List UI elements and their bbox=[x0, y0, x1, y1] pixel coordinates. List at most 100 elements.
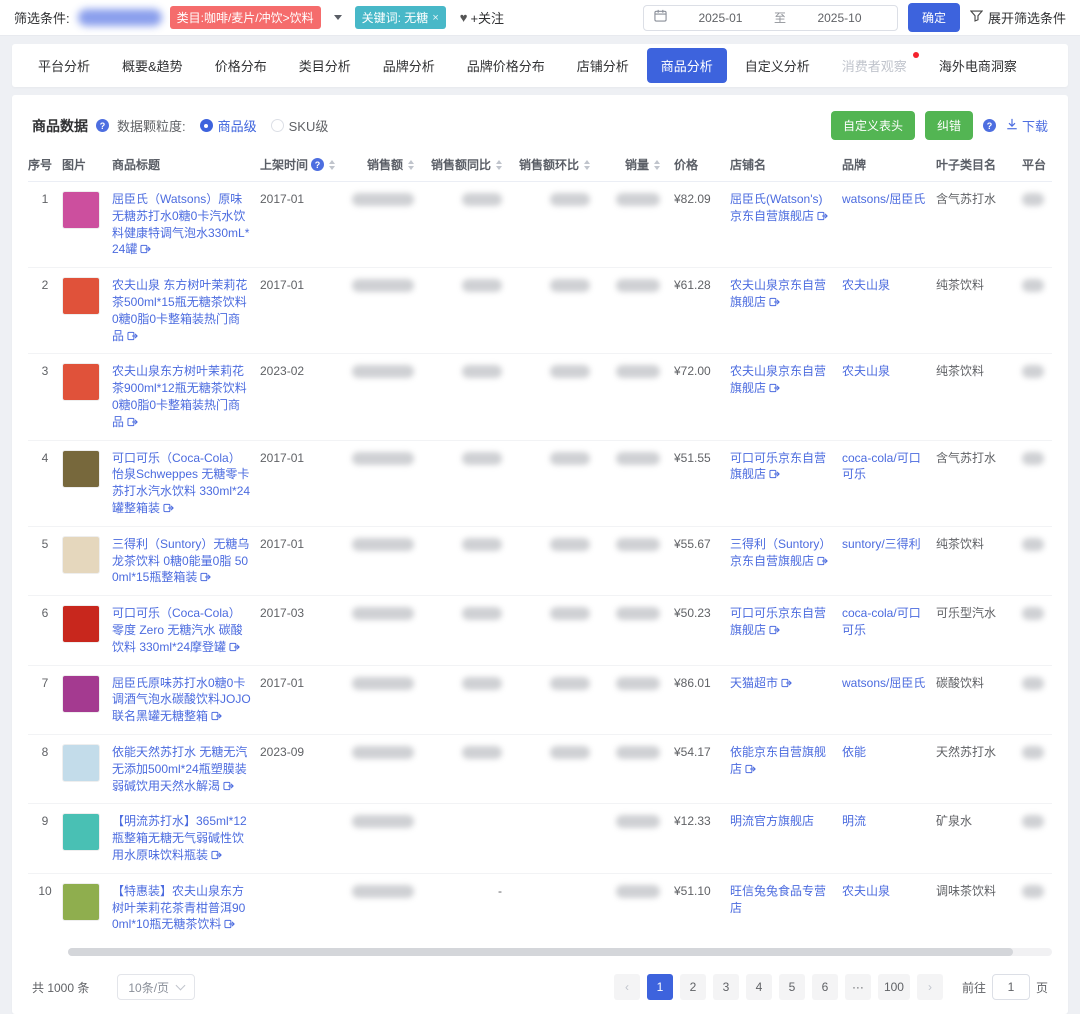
external-link-icon[interactable] bbox=[781, 676, 792, 693]
product-title-link[interactable]: 三得利（Suntory）无糖乌龙茶饮料 0糖0能量0脂 500ml*15瓶整箱装 bbox=[112, 537, 249, 585]
external-link-icon[interactable] bbox=[769, 623, 780, 640]
external-link-icon[interactable] bbox=[127, 329, 138, 346]
next-page-button[interactable]: › bbox=[917, 974, 943, 1000]
page-button-4[interactable]: 4 bbox=[746, 974, 772, 1000]
product-image[interactable] bbox=[62, 813, 100, 851]
shop-link[interactable]: 农夫山泉京东自营旗舰店 bbox=[730, 364, 826, 395]
shop-link[interactable]: 天猫超市 bbox=[730, 676, 792, 690]
external-link-icon[interactable] bbox=[211, 709, 222, 726]
expand-filters-button[interactable]: 展开筛选条件 bbox=[970, 8, 1066, 27]
category-dropdown-button[interactable] bbox=[329, 9, 347, 27]
external-link-icon[interactable] bbox=[223, 779, 234, 796]
external-link-icon[interactable] bbox=[745, 762, 756, 779]
follow-button[interactable]: ♥+关注 bbox=[460, 8, 504, 27]
tab-brand-analysis[interactable]: 品牌分析 bbox=[369, 48, 449, 83]
tab-shop-analysis[interactable]: 店铺分析 bbox=[563, 48, 643, 83]
date-start-value[interactable]: 2025-01 bbox=[673, 11, 768, 25]
product-title-link[interactable]: 【明流苏打水】365ml*12瓶整箱无糖无气弱碱性饮用水原味饮料瓶装 bbox=[112, 814, 247, 862]
product-image[interactable] bbox=[62, 277, 100, 315]
external-link-icon[interactable] bbox=[817, 554, 828, 571]
shop-link[interactable]: 可口可乐京东自营旗舰店 bbox=[730, 606, 826, 637]
product-image[interactable] bbox=[62, 675, 100, 713]
tab-price-distribution[interactable]: 价格分布 bbox=[201, 48, 281, 83]
brand-link[interactable]: coca-cola/可口可乐 bbox=[842, 606, 921, 637]
custom-columns-button[interactable]: 自定义表头 bbox=[831, 111, 915, 140]
product-title-link[interactable]: 可口可乐（Coca-Cola）零度 Zero 无糖汽水 碳酸饮料 330ml*2… bbox=[112, 606, 243, 654]
keyword-filter-tag[interactable]: 关键词: 无糖× bbox=[355, 6, 446, 29]
radio-sku-level[interactable]: SKU级 bbox=[271, 116, 329, 135]
product-image[interactable] bbox=[62, 536, 100, 574]
shop-link[interactable]: 可口可乐京东自营旗舰店 bbox=[730, 451, 826, 482]
shop-link[interactable]: 农夫山泉京东自营旗舰店 bbox=[730, 278, 826, 309]
external-link-icon[interactable] bbox=[127, 415, 138, 432]
product-title-link[interactable]: 农夫山泉 东方树叶茉莉花茶500ml*15瓶无糖茶饮料0糖0脂0卡整箱装热门商品 bbox=[112, 278, 247, 342]
external-link-icon[interactable] bbox=[769, 381, 780, 398]
brand-link[interactable]: watsons/屈臣氏 bbox=[842, 192, 925, 206]
product-title-link[interactable]: 屈臣氏原味苏打水0糖0卡调酒气泡水碳酸饮料JOJO联名黑罐无糖整箱 bbox=[112, 676, 251, 724]
brand-link[interactable]: suntory/三得利 bbox=[842, 537, 921, 551]
external-link-icon[interactable] bbox=[200, 570, 211, 587]
shop-link[interactable]: 依能京东自营旗舰店 bbox=[730, 745, 826, 776]
product-title-link[interactable]: 【特惠装】农夫山泉东方树叶茉莉花茶青柑普洱900ml*10瓶无糖茶饮料 bbox=[112, 884, 245, 932]
sort-icon[interactable] bbox=[584, 160, 590, 170]
sort-icon[interactable] bbox=[329, 160, 335, 170]
external-link-icon[interactable] bbox=[163, 501, 174, 518]
tab-custom-analysis[interactable]: 自定义分析 bbox=[731, 48, 824, 83]
shop-link[interactable]: 明流官方旗舰店 bbox=[730, 814, 814, 828]
tab-overview-trends[interactable]: 概要&趋势 bbox=[108, 48, 197, 83]
external-link-icon[interactable] bbox=[229, 640, 240, 657]
date-range-picker[interactable]: 2025-01 至 2025-10 bbox=[643, 5, 898, 31]
goto-page-input[interactable] bbox=[992, 974, 1030, 1000]
category-filter-tag[interactable]: 类目:咖啡/麦片/冲饮>饮料 bbox=[170, 6, 321, 29]
tab-product-analysis[interactable]: 商品分析 bbox=[647, 48, 727, 83]
help-icon[interactable] bbox=[983, 119, 996, 132]
external-link-icon[interactable] bbox=[224, 917, 235, 934]
page-button-6[interactable]: 6 bbox=[812, 974, 838, 1000]
tab-category-analysis[interactable]: 类目分析 bbox=[285, 48, 365, 83]
brand-link[interactable]: 农夫山泉 bbox=[842, 278, 890, 292]
sort-icon[interactable] bbox=[496, 160, 502, 170]
brand-link[interactable]: 依能 bbox=[842, 745, 866, 759]
date-end-value[interactable]: 2025-10 bbox=[792, 11, 887, 25]
tab-overseas-ecommerce[interactable]: 海外电商洞察 bbox=[925, 48, 1031, 83]
shop-link[interactable]: 三得利（Suntory）京东自营旗舰店 bbox=[730, 537, 831, 568]
product-title-link[interactable]: 可口可乐（Coca-Cola）怡泉Schweppes 无糖零卡 苏打水汽水饮料 … bbox=[112, 451, 250, 515]
product-title-link[interactable]: 屈臣氏（Watsons）原味无糖苏打水0糖0卡汽水饮料健康特调气泡水330mL*… bbox=[112, 192, 249, 256]
product-image[interactable] bbox=[62, 883, 100, 921]
page-button-2[interactable]: 2 bbox=[680, 974, 706, 1000]
product-image[interactable] bbox=[62, 191, 100, 229]
external-link-icon[interactable] bbox=[817, 209, 828, 226]
page-button-100[interactable]: 100 bbox=[878, 974, 910, 1000]
brand-link[interactable]: 农夫山泉 bbox=[842, 364, 890, 378]
help-icon[interactable] bbox=[311, 158, 324, 171]
more-pages-button[interactable]: ··· bbox=[845, 974, 871, 1000]
help-icon[interactable] bbox=[96, 119, 109, 132]
sort-icon[interactable] bbox=[408, 160, 414, 170]
product-title-link[interactable]: 农夫山泉东方树叶茉莉花茶900ml*12瓶无糖茶饮料0糖0脂0卡整箱装热门商品 bbox=[112, 364, 247, 428]
prev-page-button[interactable]: ‹ bbox=[614, 974, 640, 1000]
scrollbar-thumb[interactable] bbox=[68, 948, 1013, 956]
shop-link[interactable]: 旺信兔兔食品专营店 bbox=[730, 884, 826, 915]
page-button-3[interactable]: 3 bbox=[713, 974, 739, 1000]
download-button[interactable]: 下载 bbox=[1006, 116, 1048, 135]
sort-icon[interactable] bbox=[654, 160, 660, 170]
confirm-button[interactable]: 确定 bbox=[908, 3, 960, 32]
external-link-icon[interactable] bbox=[140, 242, 151, 259]
tab-consumer-insight[interactable]: 消费者观察 bbox=[828, 48, 921, 83]
product-image[interactable] bbox=[62, 450, 100, 488]
external-link-icon[interactable] bbox=[769, 467, 780, 484]
tab-platform-analysis[interactable]: 平台分析 bbox=[24, 48, 104, 83]
horizontal-scrollbar[interactable] bbox=[68, 948, 1052, 956]
brand-link[interactable]: coca-cola/可口可乐 bbox=[842, 451, 921, 482]
page-size-select[interactable]: 10条/页 bbox=[117, 974, 195, 1000]
page-button-5[interactable]: 5 bbox=[779, 974, 805, 1000]
external-link-icon[interactable] bbox=[769, 295, 780, 312]
product-image[interactable] bbox=[62, 363, 100, 401]
brand-link[interactable]: 农夫山泉 bbox=[842, 884, 890, 898]
shop-link[interactable]: 屈臣氏(Watson's)京东自营旗舰店 bbox=[730, 192, 828, 223]
radio-product-level[interactable]: 商品级 bbox=[200, 116, 257, 135]
brand-link[interactable]: 明流 bbox=[842, 814, 866, 828]
external-link-icon[interactable] bbox=[211, 848, 222, 865]
page-button-1[interactable]: 1 bbox=[647, 974, 673, 1000]
product-title-link[interactable]: 依能天然苏打水 无糖无汽无添加500ml*24瓶塑膜装弱碱饮用天然水解渴 bbox=[112, 745, 247, 793]
